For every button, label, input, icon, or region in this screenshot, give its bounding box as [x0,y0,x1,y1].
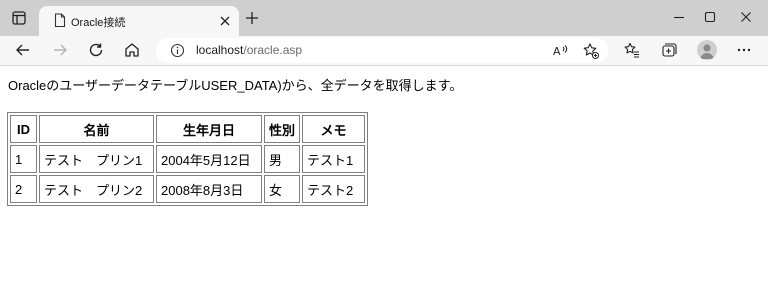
url-text[interactable]: localhost/oracle.asp [196,43,302,57]
cell-birthdate: 2004年5月12日 [156,145,262,173]
window-menu-icon[interactable] [10,9,28,27]
cell-id: 2 [10,175,37,203]
column-header-id: ID [10,115,37,143]
more-menu-icon[interactable] [735,41,753,59]
cell-name: テスト プリン1 [39,145,154,173]
svg-text:A: A [553,45,561,58]
table-row: 1 テスト プリン1 2004年5月12日 男 テスト1 [10,145,366,173]
cell-gender: 男 [264,145,301,173]
column-header-gender: 性別 [264,115,301,143]
read-aloud-icon[interactable]: A [552,42,570,60]
site-info-icon[interactable] [170,43,185,58]
add-favorite-icon[interactable] [582,42,600,60]
cell-gender: 女 [264,175,301,203]
tab-title: Oracle接続 [71,17,126,29]
table-header-row: ID 名前 生年月日 性別 メモ [10,115,366,143]
collections-icon[interactable] [660,41,678,59]
column-header-birthdate: 生年月日 [156,115,262,143]
cell-memo: テスト1 [302,145,366,173]
navigation-toolbar: localhost/oracle.asp A [0,36,768,66]
page-content: OracleのユーザーデータテーブルUSER_DATA)から、全データを取得しま… [0,67,768,304]
new-tab-icon[interactable] [245,11,259,25]
cell-memo: テスト2 [302,175,366,203]
intro-text: OracleのユーザーデータテーブルUSER_DATA)から、全データを取得しま… [8,78,463,93]
tab-strip: Oracle接続 [0,0,768,36]
home-icon[interactable] [123,41,141,59]
profile-avatar[interactable] [697,40,717,60]
close-window-icon[interactable] [739,10,753,24]
favorites-icon[interactable] [623,41,641,59]
cell-birthdate: 2008年8月3日 [156,175,262,203]
tab-oracle[interactable]: Oracle接続 [39,6,239,36]
maximize-icon[interactable] [703,10,717,24]
refresh-icon[interactable] [87,41,105,59]
user-data-table: ID 名前 生年月日 性別 メモ 1 テスト プリン1 2004年5月12日 男… [7,112,369,206]
forward-icon[interactable] [51,41,69,59]
column-header-memo: メモ [302,115,366,143]
cell-name: テスト プリン2 [39,175,154,203]
table-row: 2 テスト プリン2 2008年8月3日 女 テスト2 [10,175,366,203]
minimize-icon[interactable] [672,10,686,24]
page-icon [54,13,66,28]
back-icon[interactable] [14,41,32,59]
column-header-name: 名前 [39,115,154,143]
address-bar[interactable]: localhost/oracle.asp A [156,38,608,63]
cell-id: 1 [10,145,37,173]
close-tab-icon[interactable] [218,14,232,28]
